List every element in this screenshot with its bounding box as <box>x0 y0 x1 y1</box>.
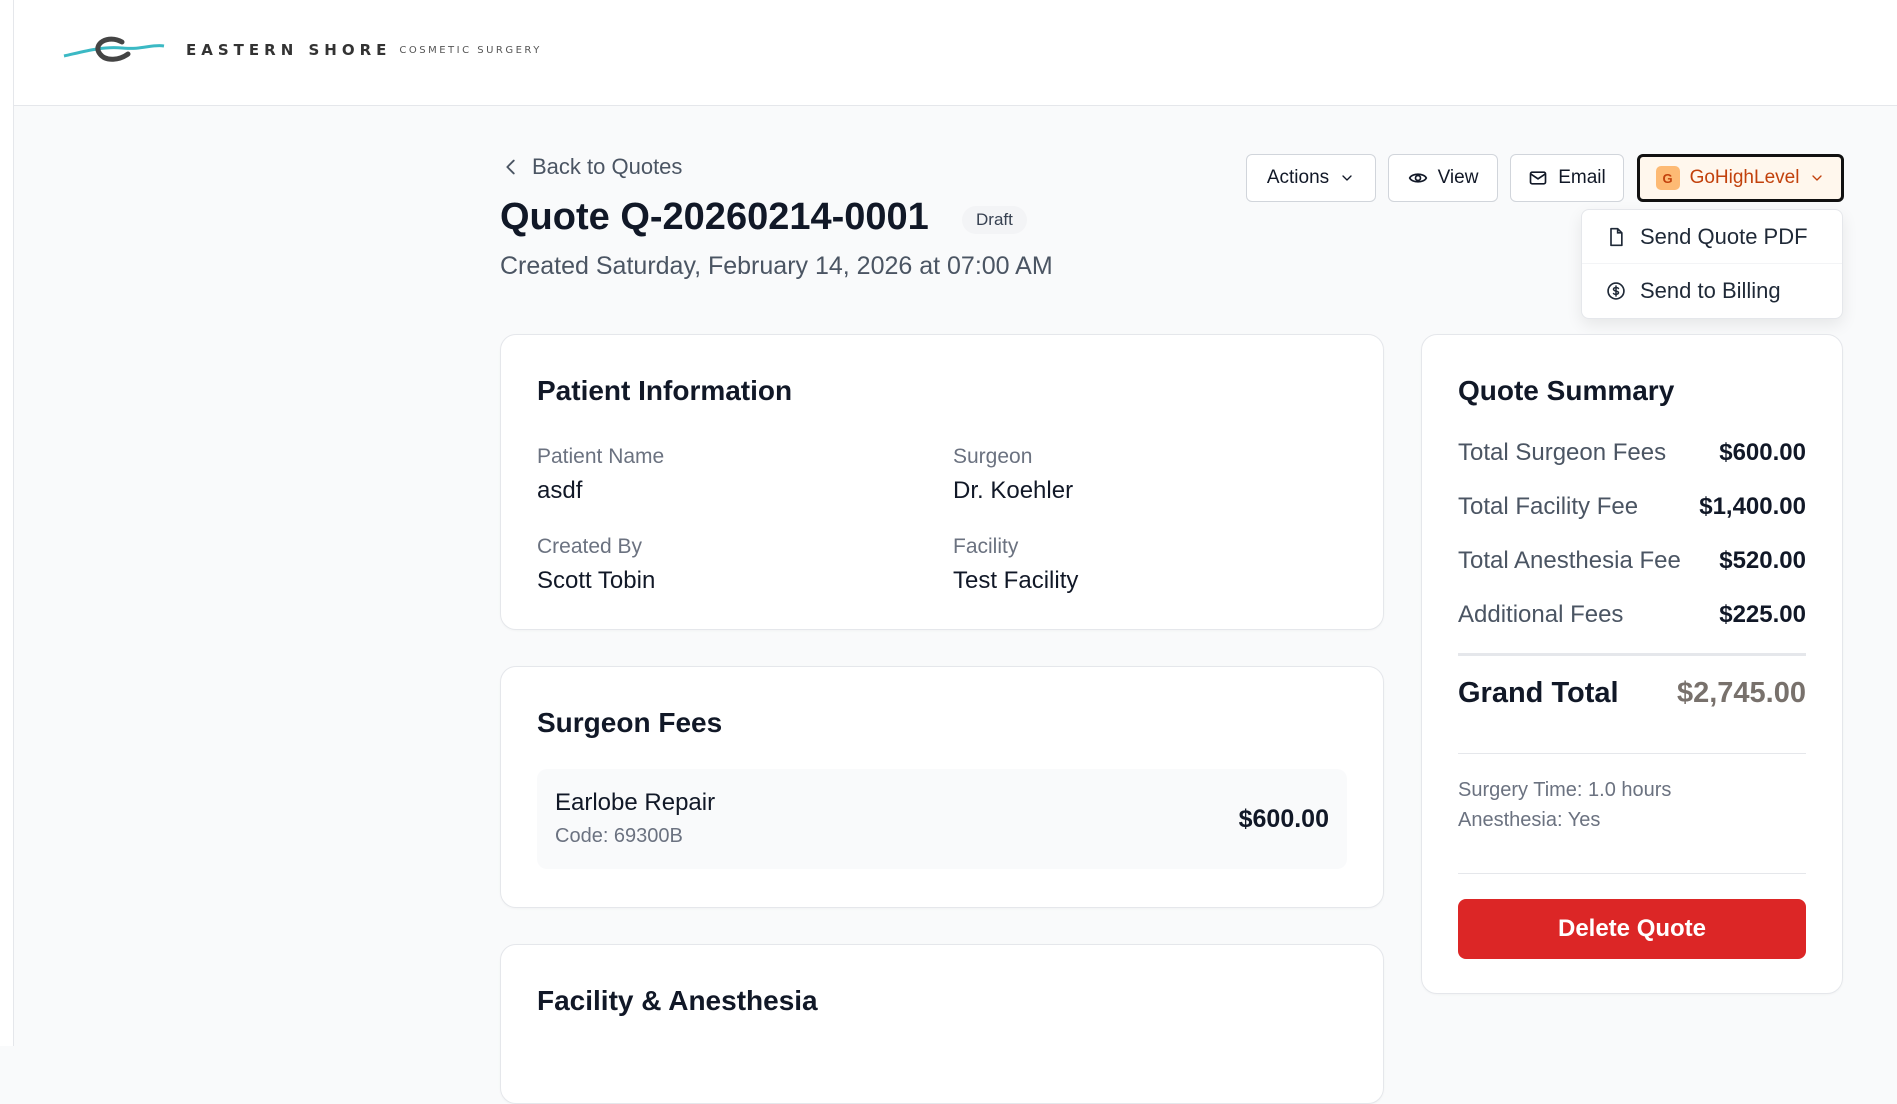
eye-icon <box>1408 173 1427 183</box>
email-button[interactable]: Email <box>1510 154 1624 202</box>
brand-subtitle: COSMETIC SURGERY <box>399 44 542 56</box>
quote-summary-card: Quote Summary Total Surgeon Fees $600.00… <box>1421 334 1843 994</box>
mail-icon <box>1529 171 1547 185</box>
summary-row-label: Additional Fees <box>1458 601 1624 628</box>
patient-name-value: asdf <box>537 477 583 504</box>
gohighlevel-label: GoHighLevel <box>1689 167 1800 188</box>
top-header: EASTERN SHORE COSMETIC SURGERY <box>14 0 1897 106</box>
delete-quote-button[interactable]: Delete Quote <box>1458 899 1806 959</box>
summary-row-value: $225.00 <box>1719 601 1806 628</box>
chevron-down-icon <box>1812 175 1823 181</box>
surgery-time-text: Surgery Time: 1.0 hours <box>1458 779 1672 801</box>
brand-name: EASTERN SHORE <box>186 41 392 59</box>
anesthesia-text: Anesthesia: Yes <box>1458 809 1601 831</box>
chevron-left-icon <box>506 159 515 175</box>
surgeon-label: Surgeon <box>953 445 1033 468</box>
facility-value: Test Facility <box>953 567 1079 594</box>
status-badge: Draft <box>962 206 1027 234</box>
grand-total-label: Grand Total <box>1458 677 1619 709</box>
file-icon <box>1610 227 1623 246</box>
summary-divider <box>1458 653 1806 656</box>
summary-row-value: $1,400.00 <box>1699 493 1806 520</box>
brand-logo[interactable]: EASTERN SHORE COSMETIC SURGERY <box>62 30 542 70</box>
summary-row-value: $520.00 <box>1719 547 1806 574</box>
page-title: Quote Q-20260214-0001 <box>500 196 929 238</box>
dollar-circle-icon <box>1607 282 1625 300</box>
summary-divider <box>1458 753 1806 754</box>
summary-row-label: Total Anesthesia Fee <box>1458 547 1681 574</box>
wave-logo-icon <box>63 36 165 62</box>
actions-button[interactable]: Actions <box>1246 154 1376 202</box>
fee-code: Code: 69300B <box>555 825 683 847</box>
facility-label: Facility <box>953 535 1019 558</box>
fee-line-item: Earlobe Repair Code: 69300B $600.00 <box>537 769 1347 869</box>
left-rail <box>0 0 14 1046</box>
summary-row-label: Total Surgeon Fees <box>1458 439 1667 466</box>
card-title: Surgeon Fees <box>537 707 723 738</box>
summary-row-label: Total Facility Fee <box>1458 493 1639 520</box>
facility-anesthesia-card: Facility & Anesthesia <box>500 944 1384 1104</box>
chevron-down-icon <box>1342 175 1352 181</box>
card-title: Facility & Anesthesia <box>537 985 818 1016</box>
created-by-value: Scott Tobin <box>537 567 656 594</box>
back-to-quotes-link[interactable]: Back to Quotes <box>500 154 682 180</box>
fee-amount: $600.00 <box>1238 805 1329 833</box>
menu-item-label: Send to Billing <box>1640 278 1781 303</box>
created-timestamp: Created Saturday, February 14, 2026 at 0… <box>500 252 1053 280</box>
email-label: Email <box>1558 167 1606 188</box>
gohighlevel-dropdown-menu: Send Quote PDF Send to Billing <box>1581 209 1843 319</box>
summary-row-value: $600.00 <box>1719 439 1806 466</box>
patient-name-label: Patient Name <box>537 445 665 468</box>
gohighlevel-button[interactable]: G GoHighLevel <box>1637 154 1844 202</box>
card-title: Patient Information <box>537 375 793 406</box>
card-title: Quote Summary <box>1458 375 1675 406</box>
menu-item-label: Send Quote PDF <box>1640 223 1808 249</box>
grand-total-value: $2,745.00 <box>1676 677 1806 709</box>
back-link-label: Back to Quotes <box>532 154 683 179</box>
menu-item-send-to-billing[interactable]: Send to Billing <box>1582 264 1842 318</box>
fee-name: Earlobe Repair <box>555 789 716 816</box>
gohighlevel-logo-icon: G <box>1655 166 1680 190</box>
view-button[interactable]: View <box>1388 154 1498 202</box>
created-by-label: Created By <box>537 535 643 558</box>
patient-information-card: Patient Information Patient Name asdf Su… <box>500 334 1384 630</box>
surgeon-value: Dr. Koehler <box>953 477 1074 504</box>
summary-divider <box>1458 873 1806 874</box>
surgeon-fees-card: Surgeon Fees Earlobe Repair Code: 69300B… <box>500 666 1384 908</box>
actions-label: Actions <box>1266 167 1330 188</box>
menu-item-send-quote-pdf[interactable]: Send Quote PDF <box>1582 210 1842 264</box>
view-label: View <box>1437 167 1479 188</box>
